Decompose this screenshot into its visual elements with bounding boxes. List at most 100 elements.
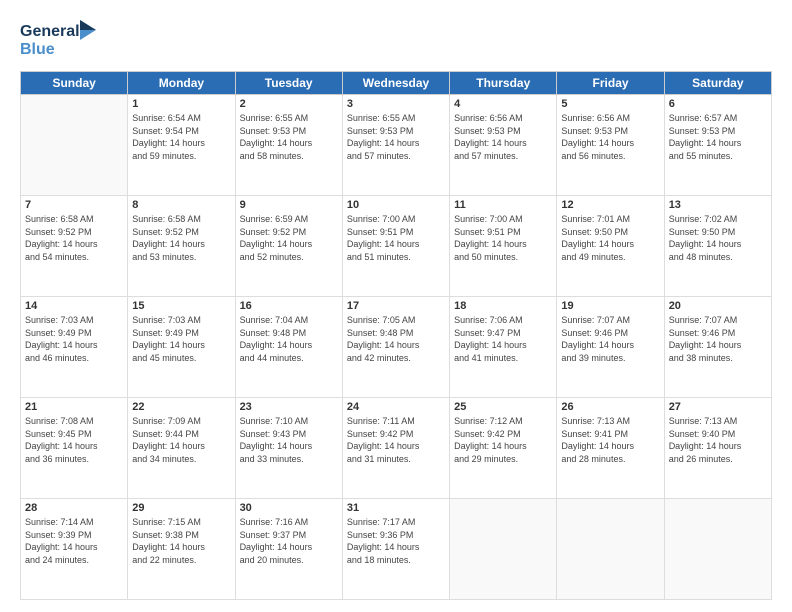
day-number: 12 — [561, 199, 659, 211]
calendar-cell: 18 Sunrise: 7:06 AM Sunset: 9:47 PM Dayli… — [450, 297, 557, 398]
day-number: 20 — [669, 300, 767, 312]
day-number: 10 — [347, 199, 445, 211]
day-number: 9 — [240, 199, 338, 211]
day-number: 26 — [561, 401, 659, 413]
day-number: 6 — [669, 98, 767, 110]
weekday-header-friday: Friday — [557, 72, 664, 95]
calendar-table: SundayMondayTuesdayWednesdayThursdayFrid… — [20, 71, 772, 600]
day-number: 7 — [25, 199, 123, 211]
calendar-cell: 6 Sunrise: 6:57 AM Sunset: 9:53 PM Daylig… — [664, 95, 771, 196]
calendar-cell: 15Sunrise: 7:03 AM Sunset: 9:49 PM Dayli… — [128, 297, 235, 398]
day-number: 5 — [561, 98, 659, 110]
day-info: Sunrise: 7:11 AM Sunset: 9:42 PM Dayligh… — [347, 415, 445, 465]
calendar-cell: 17 Sunrise: 7:05 AM Sunset: 9:48 PM Dayli… — [342, 297, 449, 398]
calendar-cell: 13 Sunrise: 7:02 AM Sunset: 9:50 PM Dayli… — [664, 196, 771, 297]
calendar-cell: 8 Sunrise: 6:58 AM Sunset: 9:52 PM Daylig… — [128, 196, 235, 297]
day-info: Sunrise: 7:02 AM Sunset: 9:50 PM Dayligh… — [669, 213, 767, 263]
day-info: Sunrise: 7:09 AM Sunset: 9:44 PM Dayligh… — [132, 415, 230, 465]
calendar-cell: 10Sunrise: 7:00 AM Sunset: 9:51 PM Dayli… — [342, 196, 449, 297]
day-number: 27 — [669, 401, 767, 413]
day-number: 31 — [347, 502, 445, 514]
week-row-3: 14 Sunrise: 7:03 AM Sunset: 9:49 PM Dayli… — [21, 297, 772, 398]
calendar-cell: 12Sunrise: 7:01 AM Sunset: 9:50 PM Dayli… — [557, 196, 664, 297]
header: GeneralBlue — [20, 16, 772, 61]
day-number: 13 — [669, 199, 767, 211]
day-info: Sunrise: 6:57 AM Sunset: 9:53 PM Dayligh… — [669, 112, 767, 162]
calendar-cell: 30 Sunrise: 7:16 AM Sunset: 9:37 PM Dayli… — [235, 499, 342, 600]
day-info: Sunrise: 7:03 AM Sunset: 9:49 PM Dayligh… — [25, 314, 123, 364]
day-number: 17 — [347, 300, 445, 312]
calendar-cell: 24 Sunrise: 7:11 AM Sunset: 9:42 PM Dayli… — [342, 398, 449, 499]
day-info: Sunrise: 7:06 AM Sunset: 9:47 PM Dayligh… — [454, 314, 552, 364]
day-info: Sunrise: 7:17 AM Sunset: 9:36 PM Dayligh… — [347, 516, 445, 566]
day-number: 18 — [454, 300, 552, 312]
logo: GeneralBlue — [20, 16, 100, 61]
day-info: Sunrise: 6:56 AM Sunset: 9:53 PM Dayligh… — [454, 112, 552, 162]
calendar-cell: 22 Sunrise: 7:09 AM Sunset: 9:44 PM Dayli… — [128, 398, 235, 499]
day-info: Sunrise: 7:00 AM Sunset: 9:51 PM Dayligh… — [454, 213, 552, 263]
day-info: Sunrise: 6:55 AM Sunset: 9:53 PM Dayligh… — [240, 112, 338, 162]
day-number: 8 — [132, 199, 230, 211]
weekday-header-monday: Monday — [128, 72, 235, 95]
calendar-cell — [450, 499, 557, 600]
calendar-cell: 25 Sunrise: 7:12 AM Sunset: 9:42 PM Dayli… — [450, 398, 557, 499]
calendar-cell: 19 Sunrise: 7:07 AM Sunset: 9:46 PM Dayli… — [557, 297, 664, 398]
calendar-cell: 20 Sunrise: 7:07 AM Sunset: 9:46 PM Dayli… — [664, 297, 771, 398]
weekday-header-tuesday: Tuesday — [235, 72, 342, 95]
calendar-cell — [664, 499, 771, 600]
day-info: Sunrise: 7:05 AM Sunset: 9:48 PM Dayligh… — [347, 314, 445, 364]
day-info: Sunrise: 6:55 AM Sunset: 9:53 PM Dayligh… — [347, 112, 445, 162]
day-info: Sunrise: 7:07 AM Sunset: 9:46 PM Dayligh… — [561, 314, 659, 364]
day-info: Sunrise: 6:58 AM Sunset: 9:52 PM Dayligh… — [25, 213, 123, 263]
day-number: 24 — [347, 401, 445, 413]
calendar-cell: 3 Sunrise: 6:55 AM Sunset: 9:53 PM Daylig… — [342, 95, 449, 196]
day-info: Sunrise: 7:14 AM Sunset: 9:39 PM Dayligh… — [25, 516, 123, 566]
day-info: Sunrise: 7:10 AM Sunset: 9:43 PM Dayligh… — [240, 415, 338, 465]
day-info: Sunrise: 6:56 AM Sunset: 9:53 PM Dayligh… — [561, 112, 659, 162]
day-info: Sunrise: 7:07 AM Sunset: 9:46 PM Dayligh… — [669, 314, 767, 364]
calendar-cell: 23Sunrise: 7:10 AM Sunset: 9:43 PM Dayli… — [235, 398, 342, 499]
calendar-cell — [557, 499, 664, 600]
day-number: 3 — [347, 98, 445, 110]
weekday-header-row: SundayMondayTuesdayWednesdayThursdayFrid… — [21, 72, 772, 95]
calendar-cell: 9 Sunrise: 6:59 AM Sunset: 9:52 PM Daylig… — [235, 196, 342, 297]
calendar-cell: 11Sunrise: 7:00 AM Sunset: 9:51 PM Dayli… — [450, 196, 557, 297]
day-info: Sunrise: 6:58 AM Sunset: 9:52 PM Dayligh… — [132, 213, 230, 263]
day-number: 19 — [561, 300, 659, 312]
calendar-cell: 27Sunrise: 7:13 AM Sunset: 9:40 PM Dayli… — [664, 398, 771, 499]
day-info: Sunrise: 7:04 AM Sunset: 9:48 PM Dayligh… — [240, 314, 338, 364]
day-number: 22 — [132, 401, 230, 413]
weekday-header-sunday: Sunday — [21, 72, 128, 95]
calendar-cell: 4 Sunrise: 6:56 AM Sunset: 9:53 PM Daylig… — [450, 95, 557, 196]
logo-svg: GeneralBlue — [20, 16, 100, 61]
svg-text:Blue: Blue — [20, 41, 55, 58]
day-info: Sunrise: 7:13 AM Sunset: 9:41 PM Dayligh… — [561, 415, 659, 465]
week-row-2: 7 Sunrise: 6:58 AM Sunset: 9:52 PM Daylig… — [21, 196, 772, 297]
calendar-cell: 2Sunrise: 6:55 AM Sunset: 9:53 PM Daylig… — [235, 95, 342, 196]
calendar-cell: 5 Sunrise: 6:56 AM Sunset: 9:53 PM Daylig… — [557, 95, 664, 196]
day-info: Sunrise: 7:16 AM Sunset: 9:37 PM Dayligh… — [240, 516, 338, 566]
calendar-cell: 21 Sunrise: 7:08 AM Sunset: 9:45 PM Dayli… — [21, 398, 128, 499]
day-number: 1 — [132, 98, 230, 110]
calendar-cell — [21, 95, 128, 196]
calendar-cell: 14 Sunrise: 7:03 AM Sunset: 9:49 PM Dayli… — [21, 297, 128, 398]
weekday-header-saturday: Saturday — [664, 72, 771, 95]
day-number: 30 — [240, 502, 338, 514]
weekday-header-wednesday: Wednesday — [342, 72, 449, 95]
day-number: 28 — [25, 502, 123, 514]
day-info: Sunrise: 7:03 AM Sunset: 9:49 PM Dayligh… — [132, 314, 230, 364]
svg-text:General: General — [20, 23, 80, 40]
day-info: Sunrise: 7:08 AM Sunset: 9:45 PM Dayligh… — [25, 415, 123, 465]
day-info: Sunrise: 6:59 AM Sunset: 9:52 PM Dayligh… — [240, 213, 338, 263]
week-row-5: 28 Sunrise: 7:14 AM Sunset: 9:39 PM Dayli… — [21, 499, 772, 600]
day-number: 4 — [454, 98, 552, 110]
page: GeneralBlue SundayMondayTuesdayWednesday… — [0, 0, 792, 612]
day-number: 21 — [25, 401, 123, 413]
calendar-cell: 31 Sunrise: 7:17 AM Sunset: 9:36 PM Dayli… — [342, 499, 449, 600]
day-number: 14 — [25, 300, 123, 312]
day-number: 16 — [240, 300, 338, 312]
calendar-cell: 16 Sunrise: 7:04 AM Sunset: 9:48 PM Dayli… — [235, 297, 342, 398]
calendar-cell: 28 Sunrise: 7:14 AM Sunset: 9:39 PM Dayli… — [21, 499, 128, 600]
day-number: 25 — [454, 401, 552, 413]
day-info: Sunrise: 7:12 AM Sunset: 9:42 PM Dayligh… — [454, 415, 552, 465]
